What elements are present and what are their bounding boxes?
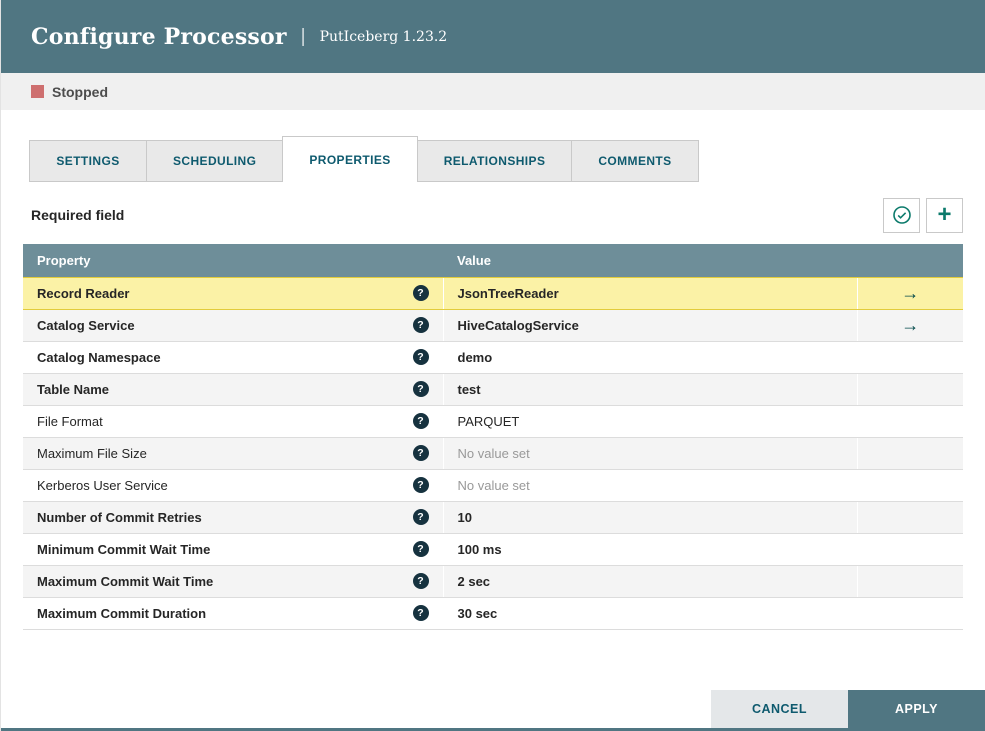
property-value[interactable]: No value set	[458, 446, 530, 461]
property-name: Number of Commit Retries	[37, 509, 202, 525]
property-name: Maximum Commit Wait Time	[37, 573, 214, 589]
processor-type-version: PutIceberg 1.23.2	[319, 28, 448, 45]
property-name: Table Name	[37, 381, 110, 397]
tab-bar: SETTINGS SCHEDULING PROPERTIES RELATIONS…	[23, 136, 963, 182]
table-row[interactable]: File Format ? PARQUET →	[23, 405, 963, 438]
tab-scheduling[interactable]: SCHEDULING	[146, 140, 284, 182]
table-row[interactable]: Maximum Commit Duration ? 30 sec →	[23, 597, 963, 630]
configure-processor-dialog: Configure Processor | PutIceberg 1.23.2 …	[0, 0, 985, 731]
property-value[interactable]: 10	[458, 510, 472, 525]
help-icon[interactable]: ?	[412, 317, 429, 333]
help-icon[interactable]: ?	[412, 477, 429, 493]
property-value[interactable]: demo	[458, 350, 493, 365]
circle-check-icon	[892, 205, 912, 225]
table-row[interactable]: Table Name ? test →	[23, 373, 963, 406]
status-label: Stopped	[52, 83, 108, 100]
properties-table-body: Record Reader ? JsonTreeReader → Catalog…	[23, 276, 963, 630]
table-row[interactable]: Record Reader ? JsonTreeReader →	[23, 276, 963, 310]
dialog-header: Configure Processor | PutIceberg 1.23.2	[1, 0, 985, 73]
go-to-service-arrow-icon[interactable]: →	[901, 283, 919, 303]
property-value[interactable]: 30 sec	[458, 606, 498, 621]
help-icon[interactable]: ?	[412, 605, 429, 621]
table-row[interactable]: Maximum Commit Wait Time ? 2 sec →	[23, 565, 963, 598]
value-column-header: Value	[443, 244, 857, 277]
property-value[interactable]: JsonTreeReader	[458, 286, 559, 301]
actions-column-header	[857, 244, 963, 277]
tab-comments[interactable]: COMMENTS	[571, 140, 699, 182]
help-icon[interactable]: ?	[412, 573, 429, 589]
required-field-label: Required field	[31, 207, 125, 223]
title-separator: |	[300, 25, 306, 47]
property-value[interactable]: PARQUET	[458, 414, 520, 429]
property-name: Catalog Service	[37, 317, 135, 333]
property-column-header: Property	[23, 244, 443, 277]
tab-properties[interactable]: PROPERTIES	[282, 136, 418, 182]
table-row[interactable]: Catalog Service ? HiveCatalogService →	[23, 309, 963, 342]
properties-table: Property Value Record Reader ? JsonTreeR…	[23, 244, 963, 630]
stopped-status-icon	[31, 85, 44, 98]
add-property-button[interactable]: +	[926, 197, 963, 233]
property-value[interactable]: HiveCatalogService	[458, 318, 579, 333]
status-bar: Stopped	[1, 73, 985, 110]
table-row[interactable]: Number of Commit Retries ? 10 →	[23, 501, 963, 534]
tab-relationships[interactable]: RELATIONSHIPS	[416, 140, 573, 182]
dialog-content: SETTINGS SCHEDULING PROPERTIES RELATIONS…	[1, 136, 985, 630]
property-value[interactable]: 2 sec	[458, 574, 491, 589]
dialog-title: Configure Processor	[31, 23, 287, 50]
table-row[interactable]: Maximum File Size ? No value set →	[23, 437, 963, 470]
help-icon[interactable]: ?	[412, 349, 429, 365]
help-icon[interactable]: ?	[412, 445, 429, 461]
table-row[interactable]: Catalog Namespace ? demo →	[23, 341, 963, 374]
cancel-button[interactable]: CANCEL	[711, 690, 848, 728]
verify-properties-button[interactable]	[883, 197, 920, 233]
property-value[interactable]: No value set	[458, 478, 530, 493]
plus-icon: +	[937, 201, 952, 228]
property-name: Record Reader	[37, 285, 130, 301]
table-header-row: Property Value	[23, 244, 963, 277]
help-icon[interactable]: ?	[412, 413, 429, 429]
dialog-footer: CANCEL APPLY	[711, 690, 985, 728]
apply-button[interactable]: APPLY	[848, 690, 985, 728]
table-row[interactable]: Minimum Commit Wait Time ? 100 ms →	[23, 533, 963, 566]
tab-settings[interactable]: SETTINGS	[29, 140, 147, 182]
property-value[interactable]: 100 ms	[458, 542, 502, 557]
property-name: File Format	[37, 413, 103, 429]
help-icon[interactable]: ?	[412, 509, 429, 525]
help-icon[interactable]: ?	[412, 381, 429, 397]
table-row[interactable]: Kerberos User Service ? No value set →	[23, 469, 963, 502]
go-to-service-arrow-icon[interactable]: →	[901, 315, 919, 335]
property-name: Catalog Namespace	[37, 349, 161, 365]
properties-toolbar: Required field +	[23, 196, 963, 234]
property-name: Maximum Commit Duration	[37, 605, 207, 621]
property-name: Maximum File Size	[37, 445, 147, 461]
property-name: Kerberos User Service	[37, 477, 168, 493]
property-value[interactable]: test	[458, 382, 481, 397]
help-icon[interactable]: ?	[412, 541, 429, 557]
property-name: Minimum Commit Wait Time	[37, 541, 211, 557]
help-icon[interactable]: ?	[412, 285, 429, 301]
